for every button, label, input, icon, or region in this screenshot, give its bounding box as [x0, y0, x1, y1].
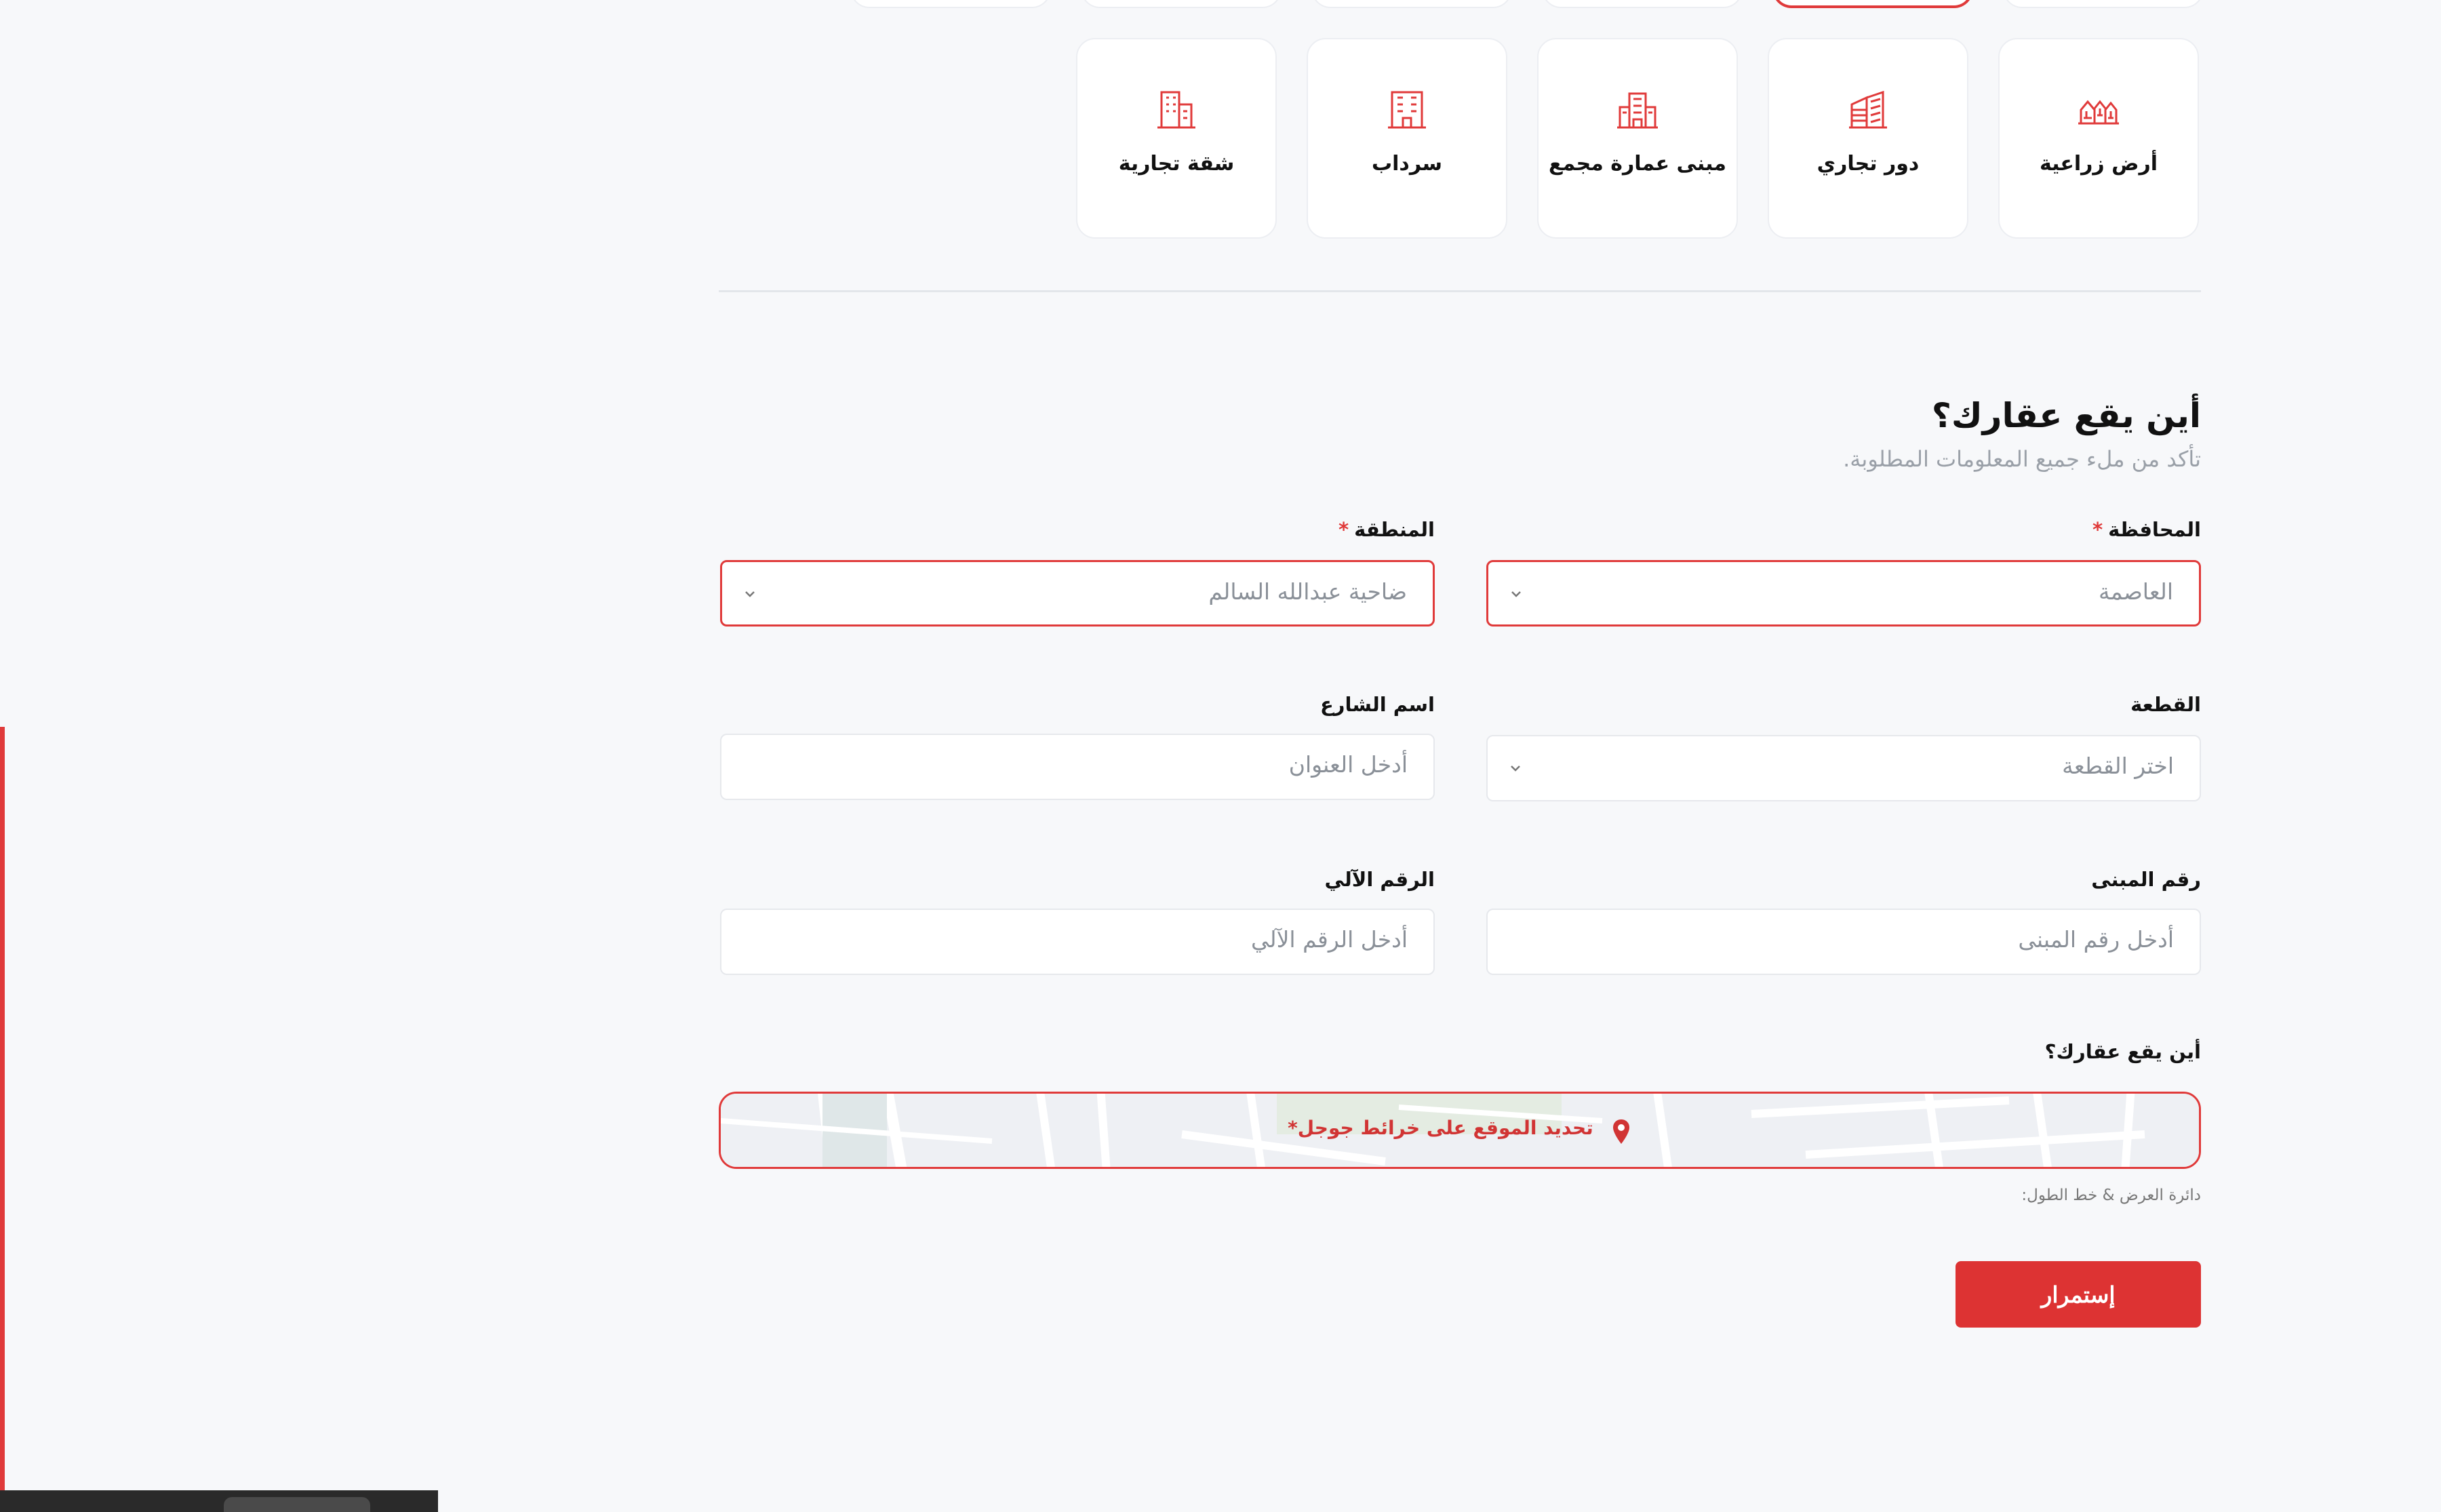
- block-label: القطعة: [2130, 693, 2201, 716]
- category-card-stub[interactable]: [2003, 0, 2204, 8]
- map-cta-label: تحديد الموقع على خرائط جوجل*: [1288, 1117, 1593, 1139]
- property-type-label: شقة تجارية: [1118, 152, 1235, 176]
- area-value: ضاحية عبدالله السالم: [1208, 578, 1407, 605]
- section-title: أين يقع عقارك؟: [1931, 396, 2201, 435]
- property-type-card-commercial-apartment[interactable]: شقة تجارية: [1076, 38, 1277, 239]
- property-type-label: دور تجاري: [1817, 152, 1920, 176]
- property-type-label: سرداب: [1372, 152, 1442, 176]
- map-label: أين يقع عقارك؟: [2044, 1040, 2201, 1063]
- continue-button[interactable]: إستمرار: [1956, 1261, 2201, 1328]
- property-type-card-farm-land[interactable]: أرض زراعية: [1998, 38, 2199, 239]
- required-mark: *: [1338, 518, 1349, 541]
- farm-land-icon: [2078, 100, 2119, 125]
- block-select[interactable]: اختر القطعة: [1486, 735, 2201, 801]
- map-cta[interactable]: تحديد الموقع على خرائط جوجل*: [721, 1117, 2199, 1145]
- location-pin-icon: [1612, 1119, 1629, 1144]
- office-apartment-icon: [1157, 91, 1195, 129]
- governorate-label: المحافظة*: [2092, 518, 2201, 541]
- category-card-stub[interactable]: [1311, 0, 1512, 8]
- governorate-select[interactable]: العاصمة: [1486, 560, 2201, 626]
- street-input[interactable]: أدخل العنوان: [720, 734, 1435, 800]
- property-type-card-commercial-floor[interactable]: دور تجاري: [1768, 38, 1968, 239]
- property-type-card-complex-building[interactable]: مبنى عمارة مجمع: [1537, 38, 1738, 239]
- street-placeholder: أدخل العنوان: [1288, 751, 1408, 778]
- chevron-down-icon: [1511, 765, 1520, 772]
- category-card-stub[interactable]: [1081, 0, 1282, 8]
- building-number-input[interactable]: أدخل رقم المبنى: [1486, 909, 2201, 975]
- chevron-down-icon: [745, 591, 755, 597]
- governorate-value: العاصمة: [2099, 578, 2173, 605]
- area-label: المنطقة*: [1338, 518, 1435, 541]
- block-placeholder: اختر القطعة: [2062, 753, 2174, 779]
- required-mark: *: [2092, 518, 2103, 541]
- building-number-label: رقم المبنى: [2091, 868, 2201, 891]
- street-label: اسم الشارع: [1319, 693, 1435, 716]
- section-divider: [719, 290, 2201, 292]
- category-card-stub[interactable]: [850, 0, 1051, 8]
- category-card-stub-selected[interactable]: [1772, 0, 1973, 8]
- left-accent-edge: [0, 727, 5, 1512]
- bottom-tab[interactable]: [224, 1497, 370, 1512]
- auto-number-label: الرقم الآلي: [1324, 868, 1435, 891]
- chevron-down-icon: [1511, 591, 1521, 597]
- commercial-floor-icon: [1849, 90, 1887, 129]
- building-number-placeholder: أدخل رقم المبنى: [2018, 926, 2174, 953]
- property-type-card-basement[interactable]: سرداب: [1307, 38, 1507, 239]
- basement-building-icon: [1388, 91, 1426, 129]
- area-select[interactable]: ضاحية عبدالله السالم: [720, 560, 1435, 626]
- auto-number-input[interactable]: أدخل الرقم الآلي: [720, 909, 1435, 975]
- coordinates-label: دائرة العرض & خط الطول:: [2021, 1187, 2201, 1204]
- bottom-bar: [0, 1490, 438, 1512]
- section-subtitle: تأكد من ملء جميع المعلومات المطلوبة.: [1843, 446, 2201, 472]
- auto-number-placeholder: أدخل الرقم الآلي: [1251, 926, 1408, 953]
- property-type-label: أرض زراعية: [2039, 152, 2158, 176]
- category-card-stub[interactable]: [1542, 0, 1743, 8]
- property-type-label: مبنى عمارة مجمع: [1549, 152, 1726, 176]
- google-maps-location-picker[interactable]: تحديد الموقع على خرائط جوجل*: [719, 1092, 2201, 1169]
- complex-building-icon: [1617, 92, 1658, 129]
